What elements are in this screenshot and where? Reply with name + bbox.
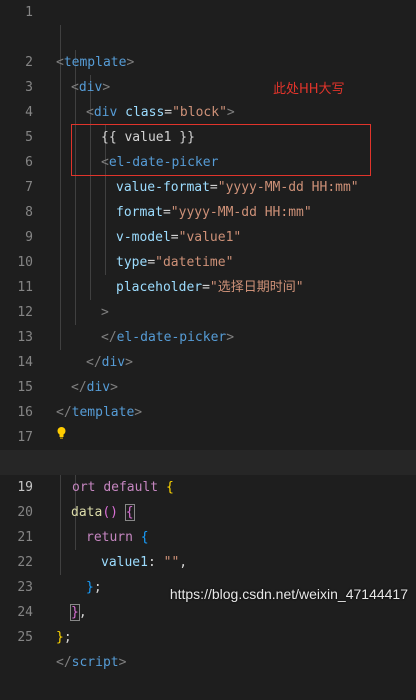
code-line: 12 </el-date-picker> (0, 275, 416, 345)
code-line: 11 > (0, 250, 416, 320)
watermark: https://blog.csdn.net/weixin_47144417 (169, 586, 408, 602)
line-number: 1 (25, 5, 33, 20)
code-line: 20 return { (0, 475, 416, 545)
code-editor[interactable]: 1 <template> 2 <div> 3 <div class="block… (0, 0, 416, 670)
code-line: 13 </div> (0, 300, 416, 370)
line-number: 25 (17, 630, 33, 645)
code-line: 4 {{ value1 }} (0, 75, 416, 145)
code-line: 22 }; (0, 525, 416, 595)
code-text: </script> (56, 655, 127, 670)
code-line-active: 19 data() { (0, 450, 416, 521)
annotation-note: 此处HH大写 (273, 82, 345, 97)
highlight-box (71, 124, 371, 176)
code-line: 3 <div class="block"> (0, 50, 416, 120)
code-line: 17 <script> (0, 400, 416, 470)
code-line: 1 <template> (0, 0, 416, 70)
code-line: 23 }, (0, 550, 416, 621)
code-line: 2 <div> (0, 25, 416, 95)
code-line: 21 value1: "", (0, 500, 416, 570)
code-line: 16 (0, 375, 416, 420)
code-line: 10 placeholder="选择日期时间" (0, 225, 416, 295)
code-line: 14 </div> (0, 325, 416, 395)
code-line: 5 <el-date-picker (0, 100, 416, 170)
lightbulb-icon[interactable] (57, 427, 66, 439)
code-text: }; (56, 630, 72, 645)
code-line: 9 type="datetime" (0, 200, 416, 270)
tag-name: script (71, 655, 119, 670)
code-line: 15 </template> (0, 350, 416, 420)
code-line: 8 v-model="value1" (0, 175, 416, 245)
